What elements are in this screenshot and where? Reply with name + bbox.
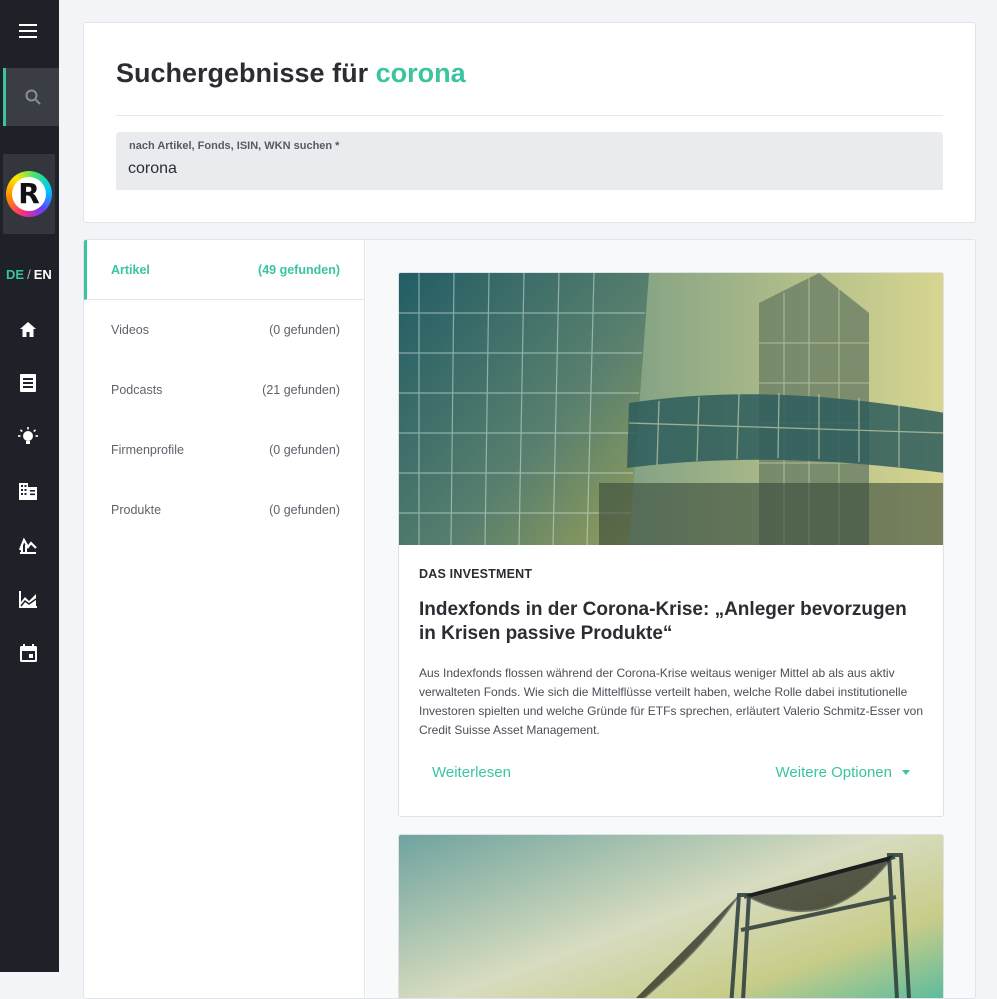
filter-count: (49 gefunden) xyxy=(258,262,340,277)
filter-count: (0 gefunden) xyxy=(269,443,340,457)
results-card: Artikel (49 gefunden) Videos (0 gefunden… xyxy=(83,239,976,999)
filter-count: (0 gefunden) xyxy=(269,503,340,517)
filter-item-videos[interactable]: Videos (0 gefunden) xyxy=(84,300,364,360)
search-field[interactable]: nach Artikel, Fonds, ISIN, WKN suchen * xyxy=(116,132,943,190)
filter-label: Videos xyxy=(111,323,149,337)
article-image[interactable] xyxy=(399,273,943,545)
article-title[interactable]: Indexfonds in der Corona-Krise: „Anleger… xyxy=(419,598,923,646)
lang-separator: / xyxy=(27,267,31,282)
filter-item-firmenprofile[interactable]: Firmenprofile (0 gefunden) xyxy=(84,420,364,480)
search-header-card: Suchergebnisse für corona nach Artikel, … xyxy=(83,22,976,223)
filter-item-podcasts[interactable]: Podcasts (21 gefunden) xyxy=(84,360,364,420)
news-icon[interactable] xyxy=(17,372,39,394)
area-chart-icon[interactable] xyxy=(17,588,39,610)
more-options-button[interactable]: Weitere Optionen xyxy=(776,764,910,781)
read-more-button[interactable]: Weiterlesen xyxy=(432,764,511,781)
lang-de[interactable]: DE xyxy=(6,267,24,282)
article-body: DAS INVESTMENT Indexfonds in der Corona-… xyxy=(399,567,943,740)
filter-count: (21 gefunden) xyxy=(262,383,340,397)
article-teaser: Aus Indexfonds flossen während der Coron… xyxy=(419,666,924,737)
filter-label: Firmenprofile xyxy=(111,443,184,457)
search-input[interactable] xyxy=(128,160,908,178)
company-icon[interactable] xyxy=(17,480,39,502)
home-icon[interactable] xyxy=(17,318,39,340)
filter-label: Produkte xyxy=(111,503,162,517)
lightbulb-icon[interactable] xyxy=(17,426,39,448)
filter-list: Artikel (49 gefunden) Videos (0 gefunden… xyxy=(84,240,365,998)
filter-count: (0 gefunden) xyxy=(269,323,340,337)
filter-label: Podcasts xyxy=(111,383,163,397)
page-title: Suchergebnisse für corona xyxy=(116,58,466,89)
sidebar: R DE / EN xyxy=(0,0,59,972)
article-card-next xyxy=(398,834,944,998)
search-label: nach Artikel, Fonds, ISIN, WKN suchen * xyxy=(129,140,340,152)
logo-letter: R xyxy=(12,177,46,211)
results-area: DAS INVESTMENT Indexfonds in der Corona-… xyxy=(366,240,975,998)
header-divider xyxy=(116,115,943,116)
chart-down-icon[interactable] xyxy=(17,534,39,556)
logo-ring: R xyxy=(6,171,52,217)
article-actions: Weiterlesen Weitere Optionen xyxy=(399,738,943,816)
filter-label: Artikel xyxy=(111,262,150,277)
search-icon xyxy=(25,89,41,105)
article-card: DAS INVESTMENT Indexfonds in der Corona-… xyxy=(398,272,944,817)
filter-item-artikel[interactable]: Artikel (49 gefunden) xyxy=(84,240,364,300)
filter-item-produkte[interactable]: Produkte (0 gefunden) xyxy=(84,480,364,540)
page-title-prefix: Suchergebnisse für xyxy=(116,58,369,88)
page-title-query: corona xyxy=(375,58,466,88)
article-image-next[interactable] xyxy=(399,835,943,998)
caret-down-icon xyxy=(902,770,910,775)
lang-en[interactable]: EN xyxy=(34,267,52,282)
bridge-illustration xyxy=(636,853,911,998)
building-illustration xyxy=(399,273,943,545)
article-source: DAS INVESTMENT xyxy=(419,567,533,581)
sidebar-search-button[interactable] xyxy=(3,68,59,126)
logo[interactable]: R xyxy=(3,154,55,234)
language-switch: DE / EN xyxy=(6,267,52,282)
more-options-label: Weitere Optionen xyxy=(775,764,892,781)
menu-icon[interactable] xyxy=(14,17,42,45)
calendar-icon[interactable] xyxy=(17,642,39,664)
